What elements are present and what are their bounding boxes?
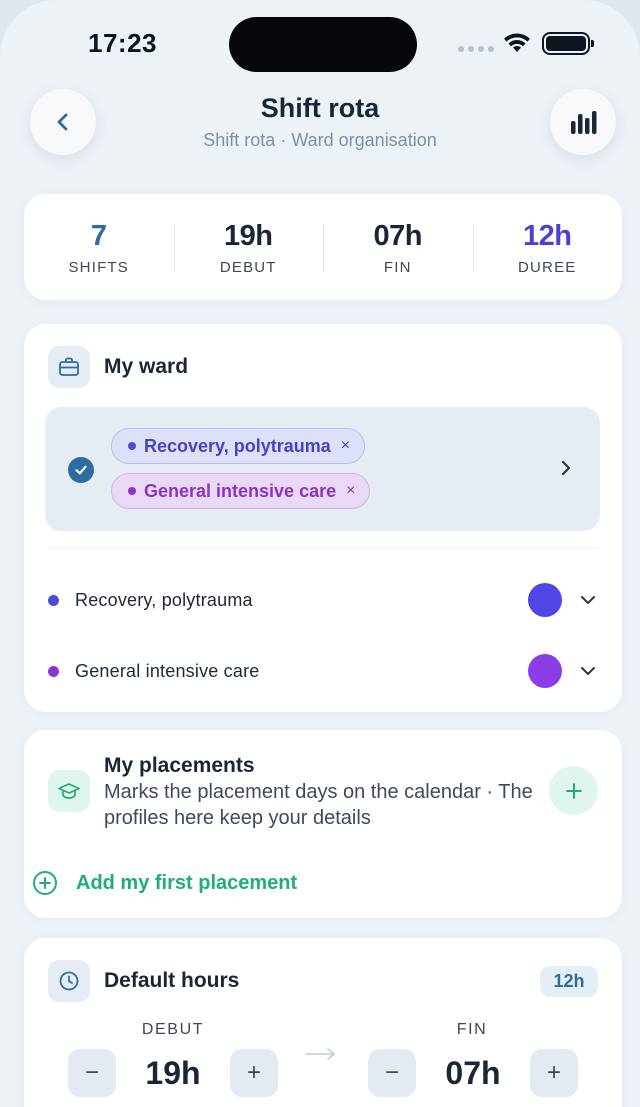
arrow-right-icon (305, 1048, 335, 1060)
add-first-placement-link[interactable]: Add my first placement (32, 870, 297, 896)
placements-title: My placements (104, 754, 255, 777)
plus-icon (565, 782, 582, 799)
start-decrement-button[interactable]: − (68, 1049, 116, 1097)
summary-card: 7 SHIFTS 19h DEBUT 07h FIN 12h DUREE (24, 194, 622, 300)
plus-circle-icon (33, 871, 57, 895)
clock-icon (48, 960, 90, 1002)
ward-card: My ward Recovery, polytrauma × General i… (24, 324, 622, 712)
phone-screen: 17:23 Shift rota Shift rota · Ward organ… (0, 0, 640, 1107)
cellular-signal-icon (458, 46, 494, 52)
ward-row-recovery[interactable]: Recovery, polytrauma (48, 580, 598, 620)
remove-chip-button[interactable]: × (346, 482, 355, 500)
chip-dot (128, 442, 136, 450)
chevron-down-icon[interactable] (578, 590, 598, 610)
wifi-icon (504, 33, 530, 52)
placements-description: Marks the placement days on the calendar… (104, 781, 533, 829)
stat-label: SHIFTS (68, 259, 130, 276)
stat-label: DUREE (517, 259, 577, 276)
ward-chip-intensive-care: General intensive care × (111, 473, 371, 509)
stat-value: 12h (523, 220, 572, 252)
chip-label: Recovery, polytrauma (144, 435, 331, 456)
chip-dot (128, 487, 136, 495)
ward-selection-panel[interactable]: Recovery, polytrauma × General intensive… (45, 407, 600, 531)
status-time: 17:23 (88, 28, 157, 58)
default-hours-title: Default hours (104, 969, 240, 992)
checkmark-icon (68, 457, 94, 483)
stat-fin: 07h FIN (323, 194, 473, 300)
briefcase-icon (48, 346, 90, 388)
start-increment-button[interactable]: + (230, 1049, 278, 1097)
dynamic-island (229, 17, 417, 72)
stat-duree: 12h DUREE (472, 194, 623, 300)
stat-debut: 19h DEBUT (173, 194, 324, 300)
statistics-button[interactable] (550, 89, 616, 155)
placements-card: My placements Marks the placement days o… (24, 730, 622, 918)
color-swatch-button[interactable] (528, 654, 562, 688)
ward-row-label: Recovery, polytrauma (75, 589, 253, 610)
ward-color-dot (48, 594, 59, 606)
ward-row-intensive-care[interactable]: General intensive care (48, 651, 598, 691)
page-title: Shift rota (260, 93, 380, 123)
end-label: FIN (456, 1021, 488, 1038)
end-increment-button[interactable]: + (530, 1049, 578, 1097)
stat-shifts: 7 SHIFTS (24, 194, 174, 300)
stat-value: 07h (373, 220, 423, 252)
page-subtitle: Shift rota · Ward organisation (203, 130, 437, 150)
ward-color-dot (48, 665, 59, 677)
status-bar: 17:23 (0, 0, 640, 90)
color-swatch-button[interactable] (528, 583, 562, 617)
stat-label: DEBUT (219, 259, 277, 276)
bar-chart-icon (571, 111, 597, 134)
remove-chip-button[interactable]: × (341, 437, 350, 455)
ward-row-label: General intensive care (75, 660, 260, 681)
divider (48, 548, 598, 549)
stat-value: 19h (224, 220, 273, 252)
chevron-right-icon (561, 460, 571, 476)
stat-value: 7 (90, 220, 107, 252)
chevron-down-icon[interactable] (578, 661, 598, 681)
chip-label: General intensive care (144, 480, 337, 501)
stat-label: FIN (383, 259, 412, 276)
start-label: DEBUT (141, 1021, 205, 1038)
default-hours-card: Default hours 12h DEBUT − 19h + FIN − 07… (24, 938, 622, 1107)
start-value: 19h (145, 1055, 201, 1091)
ward-title: My ward (104, 355, 189, 378)
end-decrement-button[interactable]: − (368, 1049, 416, 1097)
ward-chip-recovery: Recovery, polytrauma × (111, 428, 366, 464)
duration-badge: 12h (540, 966, 598, 997)
add-placement-button[interactable] (549, 766, 598, 815)
battery-icon (542, 32, 594, 55)
graduation-cap-icon (48, 770, 90, 812)
add-placement-label: Add my first placement (76, 871, 298, 894)
end-value: 07h (445, 1055, 501, 1091)
